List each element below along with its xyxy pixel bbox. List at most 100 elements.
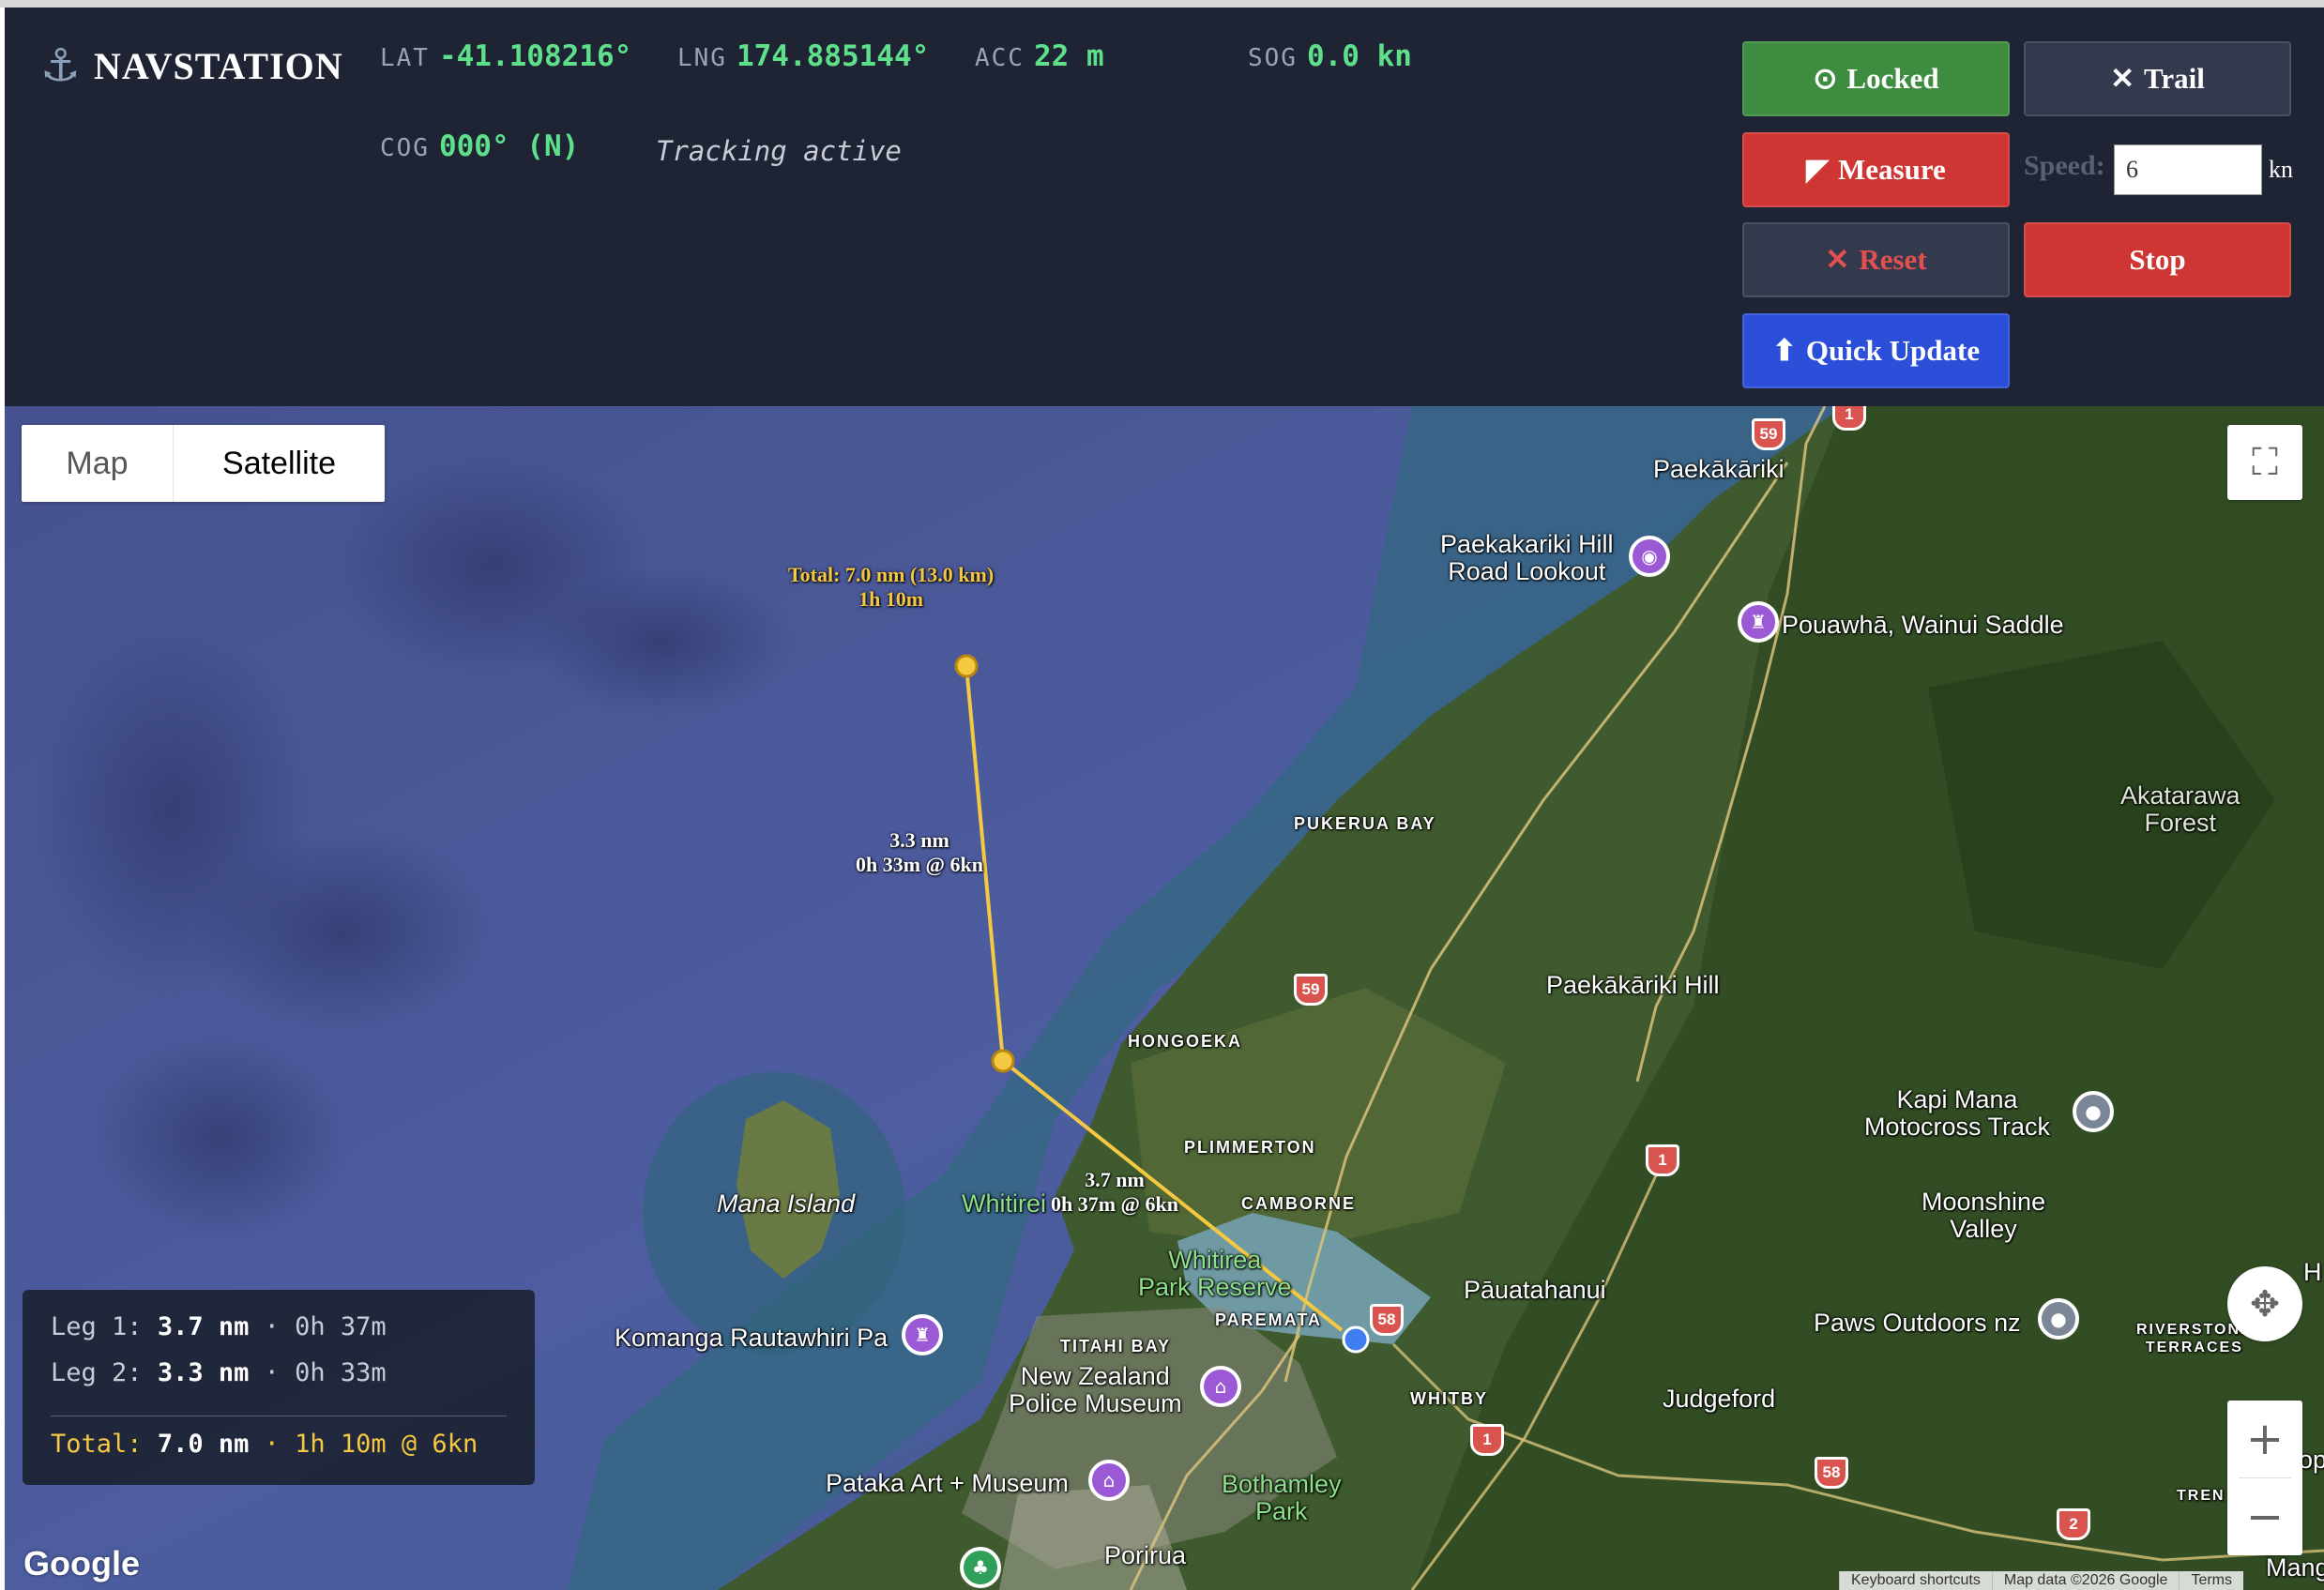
quick-update-button-label: Quick Update <box>1805 334 1981 367</box>
zoom-out-button[interactable]: − <box>2227 1478 2302 1555</box>
place-whitirea-park: Whitirea Park Reserve <box>1138 1246 1292 1301</box>
sog-value: 0.0 kn <box>1306 39 1412 73</box>
plus-icon: + <box>2245 1413 2285 1465</box>
latitude-readout: LAT -41.108216° <box>380 39 631 73</box>
navigation-header-panel: ⚓ NAVSTATION LAT -41.108216° LNG 174.88514… <box>5 8 2324 406</box>
terms-link[interactable]: Terms <box>2179 1571 2243 1590</box>
satellite-map[interactable]: Total: 7.0 nm (13.0 km) 1h 10m 3.3 nm 0h… <box>5 406 2324 1590</box>
current-position-marker <box>1342 1325 1370 1354</box>
route-shield: 1 <box>1646 1144 1679 1176</box>
measure-button[interactable]: ◤ Measure <box>1742 132 2010 207</box>
place-akatarawa-forest: Akatarawa Forest <box>2120 781 2240 837</box>
legs-summary-panel: Leg 1: 3.7 nm · 0h 37m Leg 2: 3.3 nm · 0… <box>23 1290 535 1485</box>
map-attribution: Keyboard shortcuts Map data ©2026 Google… <box>1839 1571 2243 1590</box>
place-mana-island: Mana Island <box>717 1189 856 1218</box>
close-icon: ✕ <box>1825 243 1850 276</box>
longitude-readout: LNG 174.885144° <box>677 39 929 73</box>
course-over-ground-readout: COG 000° (N) <box>380 129 579 163</box>
place-moonshine-valley: Moonshine Valley <box>1921 1188 2046 1243</box>
stop-button-label: Stop <box>2129 243 2186 276</box>
leg2-map-label: 3.3 nm 0h 33m @ 6kn <box>856 828 983 876</box>
museum-icon[interactable]: ⌂ <box>1088 1460 1130 1501</box>
place-judgeford: Judgeford <box>1663 1385 1776 1413</box>
latitude-value: -41.108216° <box>438 39 632 73</box>
zoom-in-button[interactable]: + <box>2227 1401 2302 1477</box>
locked-button-label: Locked <box>1846 62 1939 95</box>
route-shield: 58 <box>1815 1457 1848 1489</box>
map-data-credit: Map data ©2026 Google <box>1991 1571 2180 1590</box>
place-paekakariki: Paekākāriki <box>1653 455 1785 483</box>
accuracy-label: ACC <box>975 44 1025 72</box>
longitude-label: LNG <box>677 44 727 72</box>
route-shield: 59 <box>1294 974 1328 1006</box>
place-komanga-pa: Komanga Rautawhiri Pa <box>615 1324 889 1352</box>
measure-waypoint-end <box>954 654 979 678</box>
move-arrows-icon: ✥ <box>2250 1283 2280 1325</box>
landmark-icon[interactable]: ♜ <box>1738 601 1779 643</box>
trail-button[interactable]: ✕ Trail <box>2024 41 2291 116</box>
tracking-status: Tracking active <box>656 135 902 167</box>
reset-button[interactable]: ✕ Reset <box>1742 222 2010 297</box>
leg1-summary: Leg 1: 3.7 nm · 0h 37m <box>51 1312 387 1341</box>
place-paekakariki-hill: Paekākāriki Hill <box>1546 971 1720 999</box>
place-pataka-museum: Pataka Art + Museum <box>826 1469 1069 1497</box>
map-type-map-button[interactable]: Map <box>22 425 174 502</box>
accuracy-readout: ACC 22 m <box>975 39 1104 73</box>
measure-button-label: Measure <box>1838 153 1946 186</box>
place-edge-op: op <box>2299 1446 2324 1474</box>
close-icon: ✕ <box>2110 62 2135 95</box>
brand: ⚓ NAVSTATION <box>40 43 343 88</box>
place-whitby: WHITBY <box>1410 1389 1488 1408</box>
place-pukerua-bay: PUKERUA BAY <box>1294 814 1436 833</box>
route-shield: 2 <box>2057 1508 2090 1540</box>
landmark-icon[interactable]: ♜ <box>902 1314 943 1355</box>
leg2-summary: Leg 2: 3.3 nm · 0h 33m <box>51 1358 387 1387</box>
speed-over-ground-readout: SOG 0.0 kn <box>1248 39 1412 73</box>
map-type-control: Map Satellite <box>22 425 385 502</box>
route-shield: 59 <box>1752 418 1785 450</box>
minus-icon: − <box>2245 1491 2285 1543</box>
google-logo: Google <box>23 1544 140 1582</box>
measure-total-label: Total: 7.0 nm (13.0 km) 1h 10m <box>788 563 995 611</box>
total-summary: Total: 7.0 nm · 1h 10m @ 6kn <box>51 1430 478 1459</box>
ruler-corner-icon: ◤ <box>1806 153 1830 186</box>
place-kapi-mana-track: Kapi Mana Motocross Track <box>1864 1085 2051 1141</box>
park-icon[interactable]: ♣ <box>960 1547 1001 1588</box>
place-edge-h: H <box>2303 1258 2322 1286</box>
speed-unit: kn <box>2269 156 2293 183</box>
place-plimmerton: PLIMMERTON <box>1184 1138 1316 1157</box>
place-wainui-saddle: Pouawhā, Wainui Saddle <box>1782 611 2064 639</box>
window-top-border <box>0 0 2324 8</box>
museum-icon[interactable]: ⌂ <box>1200 1366 1241 1407</box>
locked-button[interactable]: ⊙ Locked <box>1742 41 2010 116</box>
keyboard-shortcuts-link[interactable]: Keyboard shortcuts <box>1839 1571 1992 1590</box>
map-type-satellite-button[interactable]: Satellite <box>174 425 385 502</box>
target-icon: ⊙ <box>1813 62 1838 95</box>
upload-arrow-icon: ⬆ <box>1771 334 1797 367</box>
accuracy-value: 22 m <box>1033 39 1104 73</box>
camera-icon[interactable]: ◉ <box>1629 536 1670 577</box>
place-paekakariki-lookout: Paekakariki Hill Road Lookout <box>1440 530 1614 585</box>
place-hongoeka: HONGOEKA <box>1128 1032 1243 1051</box>
place-titahi-bay: TITAHI BAY <box>1060 1337 1172 1355</box>
place-whitirei: Whitirei <box>962 1189 1047 1218</box>
route-shield: 58 <box>1370 1304 1404 1336</box>
pan-control-button[interactable]: ✥ <box>2227 1266 2302 1341</box>
anchor-icon: ⚓ <box>40 39 82 92</box>
reset-button-label: Reset <box>1859 243 1927 276</box>
app-title: NAVSTATION <box>94 44 343 87</box>
fullscreen-button[interactable]: ⛶ <box>2227 425 2302 500</box>
pin-icon[interactable]: ● <box>2038 1298 2079 1340</box>
pin-icon[interactable]: ● <box>2073 1091 2114 1132</box>
latitude-label: LAT <box>380 44 430 72</box>
speed-input[interactable] <box>2114 144 2262 195</box>
measure-waypoint-mid <box>991 1049 1015 1073</box>
stop-button[interactable]: Stop <box>2024 222 2291 297</box>
quick-update-button[interactable]: ⬆ Quick Update <box>1742 313 2010 388</box>
longitude-value: 174.885144° <box>736 39 930 73</box>
place-police-museum: New Zealand Police Museum <box>1009 1362 1182 1417</box>
place-bothamley-park: Bothamley Park <box>1222 1470 1342 1525</box>
zoom-control: + − <box>2227 1401 2302 1555</box>
place-tren: TREN <box>2177 1488 2225 1504</box>
speed-label: Speed: <box>2024 150 2105 181</box>
